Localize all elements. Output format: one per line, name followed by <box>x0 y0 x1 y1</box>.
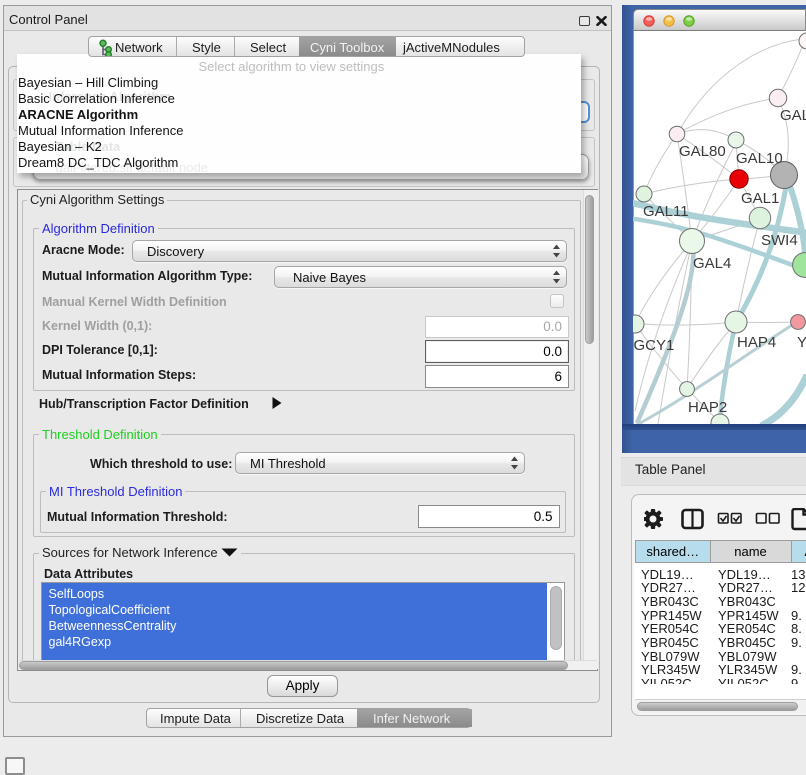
svg-text:Y: Y <box>797 334 806 351</box>
svg-text:GAL1: GAL1 <box>741 190 779 207</box>
svg-text:GAL10: GAL10 <box>736 150 783 167</box>
svg-text:SWI4: SWI4 <box>761 232 798 249</box>
svg-text:GCY1: GCY1 <box>634 337 675 354</box>
svg-text:GAL11: GAL11 <box>643 203 689 220</box>
svg-text:HAP4: HAP4 <box>737 334 776 351</box>
svg-text:GAL2: GAL2 <box>780 107 806 124</box>
svg-text:HAP2: HAP2 <box>688 399 727 416</box>
svg-text:GAL4: GAL4 <box>693 255 731 272</box>
svg-text:GAL80: GAL80 <box>679 143 726 160</box>
